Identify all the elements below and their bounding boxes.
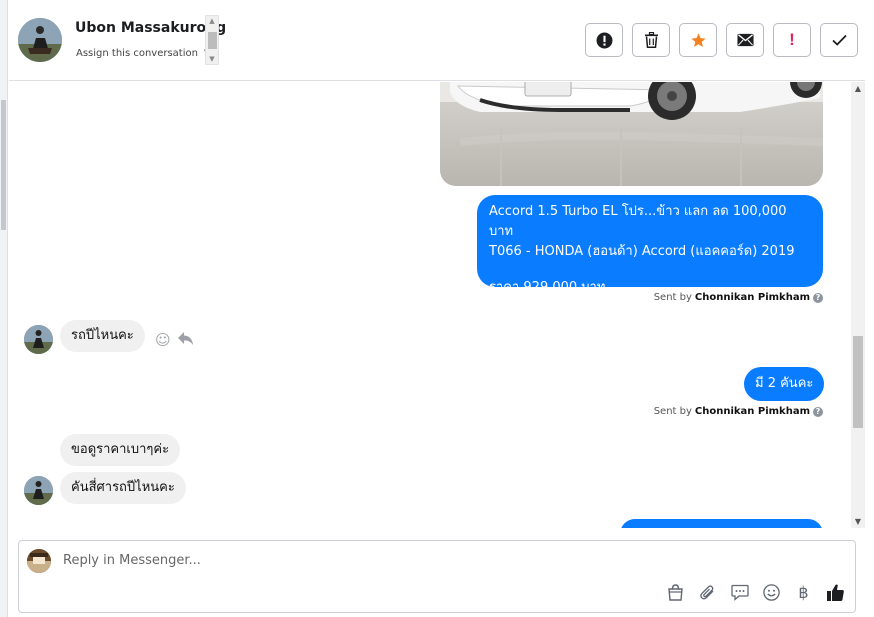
trash-icon (644, 32, 658, 48)
conversation-header: Ubon Massakurong Assign this conversatio… (9, 0, 865, 81)
sender-name[interactable]: Chonnikan Pimkham (695, 406, 810, 417)
reply-arrow-icon[interactable] (177, 331, 194, 350)
reply-composer: ฿ (18, 540, 856, 613)
outgoing-message-partial[interactable] (620, 519, 823, 528)
conversation-actions: ! (585, 23, 858, 57)
baht-icon[interactable]: ฿ (794, 583, 813, 602)
exclamation-circle-icon (596, 32, 612, 48)
offer-line-1: Accord 1.5 Turbo EL โปร...ข้าว แลก ลด 10… (489, 204, 787, 239)
emoji-icon[interactable] (762, 583, 781, 602)
help-icon[interactable]: ? (813, 292, 823, 303)
scroll-up-arrow-icon[interactable]: ▲ (206, 17, 218, 25)
saved-reply-icon[interactable] (730, 583, 749, 602)
contact-avatar-small[interactable] (24, 476, 53, 505)
emoji-react-icon[interactable]: ☺ (155, 331, 171, 349)
reply-input[interactable] (63, 553, 663, 568)
page-avatar (27, 549, 51, 573)
check-icon (831, 34, 847, 46)
mark-unread-button[interactable] (726, 23, 764, 57)
star-button[interactable] (679, 23, 717, 57)
scroll-up-arrow-icon[interactable]: ▲ (851, 84, 865, 93)
car-photo-attachment[interactable] (440, 82, 823, 186)
help-icon[interactable]: ? (813, 406, 823, 417)
sent-by-prefix: Sent by (653, 406, 692, 417)
sender-name[interactable]: Chonnikan Pimkham (695, 292, 810, 303)
follow-up-button[interactable]: ! (773, 23, 811, 57)
thumbs-up-icon[interactable] (826, 583, 845, 602)
contact-avatar[interactable] (18, 18, 62, 62)
contact-avatar-small[interactable] (24, 325, 53, 354)
messenger-conversation-window: Ubon Massakurong Assign this conversatio… (0, 0, 874, 617)
scroll-down-arrow-icon[interactable]: ▼ (206, 55, 218, 63)
thread-scrollbar[interactable]: ▲ ▼ (851, 82, 865, 528)
message-thread[interactable]: Accord 1.5 Turbo EL โปร...ข้าว แลก ลด 10… (9, 82, 851, 528)
outgoing-message-offer[interactable]: Accord 1.5 Turbo EL โปร...ข้าว แลก ลด 10… (477, 195, 823, 295)
assign-conversation-dropdown[interactable]: Assign this conversation ▼ (76, 48, 212, 59)
sent-by-prefix: Sent by (653, 292, 692, 303)
sent-by-label: Sent by Chonnikan Pimkham ? (654, 292, 823, 303)
header-mini-scrollbar[interactable]: ▲ ▼ (205, 15, 219, 65)
mark-done-button[interactable] (820, 23, 858, 57)
exclamation-icon: ! (789, 30, 795, 49)
offer-line-2: T066 - HONDA (ฮอนด้า) Accord (แอคคอร์ด) … (489, 244, 795, 259)
sent-by-label: Sent by Chonnikan Pimkham ? (654, 406, 823, 417)
paperclip-icon[interactable] (698, 583, 717, 602)
scroll-down-arrow-icon[interactable]: ▼ (851, 517, 865, 526)
left-scrollbar[interactable] (0, 0, 8, 617)
envelope-icon (736, 33, 754, 47)
shopping-bag-icon[interactable] (666, 583, 685, 602)
star-icon (690, 32, 706, 47)
left-scrollbar-thumb[interactable] (1, 100, 6, 230)
delete-button[interactable] (632, 23, 670, 57)
composer-toolbar: ฿ (666, 583, 845, 602)
incoming-message[interactable]: รถปีไหนคะ (60, 320, 145, 352)
header-scroll-thumb[interactable] (208, 32, 217, 49)
incoming-message[interactable]: ขอดูราคาเบาๆค่ะ (60, 434, 181, 466)
outgoing-message[interactable]: มี 2 คันคะ (744, 367, 825, 401)
assign-conversation-label: Assign this conversation (76, 48, 198, 59)
contact-name[interactable]: Ubon Massakurong (75, 20, 226, 36)
incoming-message[interactable]: คันสี่ศารถปีไหนคะ (60, 472, 186, 504)
thread-scroll-thumb[interactable] (853, 336, 863, 428)
spam-button[interactable] (585, 23, 623, 57)
